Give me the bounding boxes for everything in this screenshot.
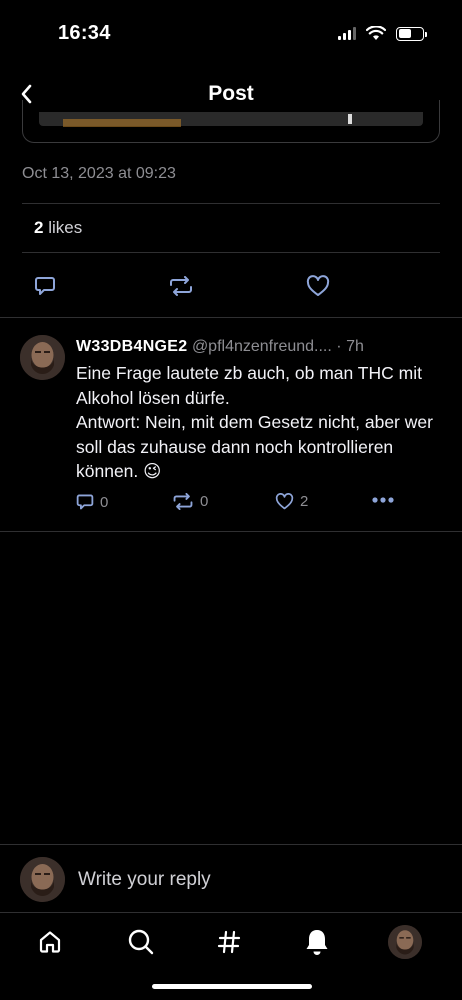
more-icon — [372, 497, 394, 503]
reply-text: Eine Frage lautete zb auch, ob man THC m… — [76, 363, 433, 481]
meta-separator: · — [336, 338, 342, 355]
status-bar: 16:34 — [0, 0, 462, 70]
compose-avatar — [20, 857, 65, 902]
comment-icon — [35, 277, 55, 295]
divider — [22, 252, 440, 253]
reply-repost-count: 0 — [200, 493, 209, 510]
media-preview-mark — [348, 114, 352, 124]
likes-summary[interactable]: 2 likes — [34, 218, 82, 238]
avatar-image — [388, 925, 422, 959]
search-icon — [128, 929, 154, 955]
tab-home[interactable] — [30, 922, 70, 962]
notifications-bell-icon — [306, 930, 328, 955]
repost-icon — [170, 276, 192, 296]
likes-label: likes — [48, 218, 83, 237]
repost-icon — [173, 493, 193, 510]
profile-avatar — [388, 925, 422, 959]
divider — [0, 844, 462, 845]
avatar-image — [20, 335, 65, 380]
divider — [0, 317, 462, 318]
likes-count: 2 — [34, 218, 44, 237]
reply-repost-button[interactable]: 0 — [172, 493, 208, 510]
repost-button[interactable] — [166, 272, 196, 300]
tab-notifications[interactable] — [297, 922, 337, 962]
home-indicator[interactable] — [152, 984, 312, 989]
wifi-icon — [366, 26, 386, 40]
reply-more-button[interactable] — [372, 497, 394, 503]
status-time: 16:34 — [58, 22, 111, 44]
reply-input[interactable]: Write your reply — [78, 869, 211, 891]
divider — [22, 203, 440, 204]
like-button[interactable] — [304, 272, 332, 300]
media-preview-label — [63, 119, 181, 127]
comment-icon — [76, 494, 94, 510]
tab-profile[interactable] — [385, 922, 425, 962]
reply-author-name[interactable]: W33DB4NGE2 — [76, 338, 187, 355]
reply-like-button[interactable]: 2 — [275, 493, 308, 510]
post-timestamp: Oct 13, 2023 at 09:23 — [22, 165, 176, 182]
battery-icon — [396, 26, 427, 41]
home-icon — [39, 931, 61, 953]
heart-icon — [306, 275, 330, 296]
reply-header: W33DB4NGE2 @pfl4nzenfreund.... · 7h — [76, 338, 364, 356]
embedded-media-card[interactable] — [22, 100, 440, 143]
heart-icon — [275, 493, 294, 510]
avatar-image — [20, 857, 65, 902]
status-icons — [338, 26, 427, 41]
divider — [0, 531, 462, 532]
cellular-signal-icon — [338, 27, 356, 40]
divider — [0, 912, 462, 913]
reply-time: 7h — [346, 338, 364, 355]
reply-comment-count: 0 — [100, 493, 109, 511]
avatar[interactable] — [20, 335, 65, 380]
hashtag-icon — [217, 930, 241, 954]
reply-comment-button[interactable]: 0 — [76, 493, 108, 511]
tab-search[interactable] — [121, 922, 161, 962]
reply-author-handle[interactable]: @pfl4nzenfreund.... — [192, 338, 332, 355]
comment-button[interactable] — [31, 272, 59, 300]
reply-like-count: 2 — [300, 493, 309, 510]
tab-feeds[interactable] — [209, 922, 249, 962]
